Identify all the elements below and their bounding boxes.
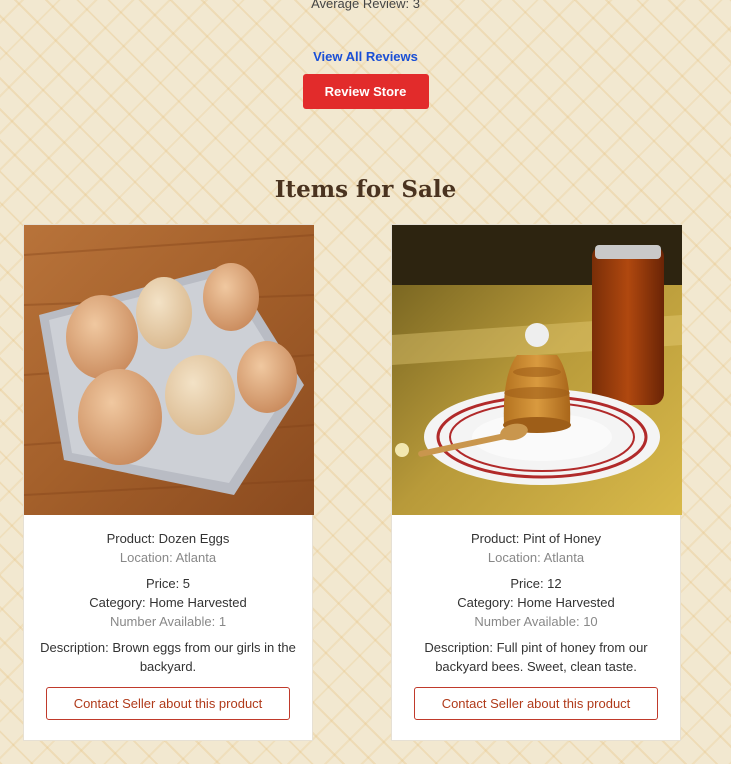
eggs-photo [24, 225, 314, 515]
product-description: Description: Brown eggs from our girls i… [40, 640, 296, 674]
product-card-honey: Product: Pint of Honey Location: Atlanta… [391, 224, 682, 741]
product-description: Description: Full pint of honey from our… [424, 640, 648, 674]
product-category: Category: Home Harvested [457, 595, 615, 610]
view-all-reviews-link[interactable]: View All Reviews [313, 49, 418, 64]
product-name: Product: Dozen Eggs [106, 531, 230, 546]
product-category: Category: Home Harvested [89, 595, 247, 610]
product-location: Location: Atlanta [487, 550, 585, 565]
product-image-honey [392, 225, 682, 515]
product-price: Price: 12 [510, 576, 562, 591]
view-all-reviews-container: View All Reviews [0, 48, 731, 66]
product-price: Price: 5 [145, 576, 191, 591]
review-store-container: Review Store [0, 74, 731, 109]
honey-photo [392, 225, 682, 515]
product-available: Number Available: 10 [474, 614, 598, 629]
product-image-eggs [24, 225, 314, 515]
review-store-button[interactable]: Review Store [302, 74, 429, 109]
product-name: Product: Pint of Honey [470, 531, 602, 546]
average-review: Average Review: 3 [311, 0, 420, 11]
product-card-eggs: Product: Dozen Eggs Location: Atlanta Pr… [23, 224, 314, 741]
product-location: Location: Atlanta [119, 550, 217, 565]
contact-seller-button[interactable]: Contact Seller about this product [46, 687, 290, 720]
contact-seller-button[interactable]: Contact Seller about this product [414, 687, 658, 720]
items-for-sale-heading: Items for Sale [274, 176, 457, 203]
product-available: Number Available: 1 [109, 614, 227, 629]
